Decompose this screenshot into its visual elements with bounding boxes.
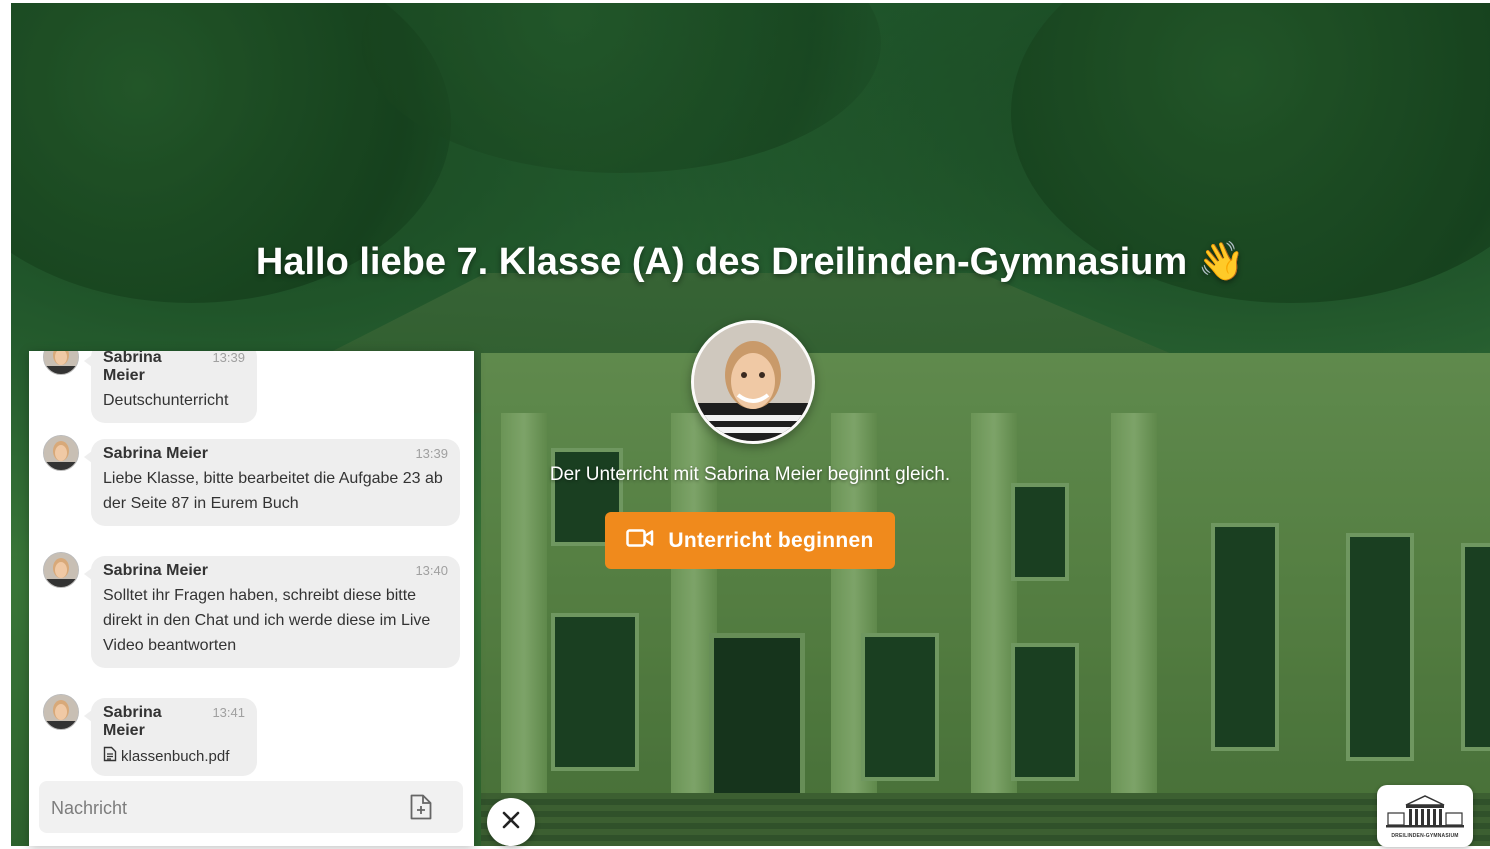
school-building-icon: [1386, 795, 1464, 828]
teacher-avatar: [691, 320, 815, 444]
avatar: [43, 694, 79, 730]
start-lesson-button[interactable]: Unterricht beginnen: [605, 512, 895, 569]
chat-panel: Sabrina Meier 13:39 Deutschunterricht Sa…: [29, 351, 474, 846]
logo-text: DREILINDEN-GYMNASIUM: [1391, 833, 1459, 839]
chat-message-list[interactable]: Sabrina Meier 13:39 Deutschunterricht Sa…: [29, 351, 474, 776]
message-time: 13:41: [212, 705, 245, 720]
message-input-container: [39, 781, 463, 835]
chat-message: Sabrina Meier 13:40 Solltet ihr Fragen h…: [43, 552, 460, 668]
message-text: Liebe Klasse, bitte bearbeitet die Aufga…: [103, 470, 443, 512]
file-add-icon[interactable]: [409, 794, 433, 820]
document-icon: [103, 746, 117, 766]
page-title: Hallo liebe 7. Klasse (A) des Dreilinden…: [0, 240, 1490, 284]
title-text: Hallo liebe 7. Klasse (A) des Dreilinden…: [255, 241, 1188, 283]
message-time: 13:39: [415, 446, 448, 461]
avatar: [43, 435, 79, 471]
message-time: 13:39: [212, 351, 245, 365]
avatar: [43, 552, 79, 588]
avatar: [43, 351, 79, 375]
message-time: 13:40: [415, 563, 448, 578]
close-icon: [502, 811, 520, 834]
waving-hand-icon: 👋: [1197, 241, 1246, 283]
message-author: Sabrina Meier: [103, 351, 162, 384]
message-input[interactable]: [39, 781, 413, 835]
message-author: Sabrina Meier: [103, 445, 208, 462]
chat-message: Sabrina Meier 13:39 Liebe Klasse, bitte …: [43, 435, 460, 526]
message-text: Solltet ihr Fragen haben, schreibt diese…: [103, 587, 431, 654]
file-attachment-link[interactable]: klassenbuch.pdf: [103, 746, 245, 766]
video-camera-icon: [626, 528, 654, 554]
chat-message: Sabrina Meier 13:41 klassenbuch.pdf: [43, 694, 257, 776]
message-author: Sabrina Meier: [103, 704, 162, 739]
close-chat-button[interactable]: [487, 798, 535, 846]
lesson-status-text: Der Unterricht mit Sabrina Meier beginnt…: [549, 464, 951, 485]
school-logo: DREILINDEN-GYMNASIUM: [1377, 785, 1473, 847]
start-lesson-label: Unterricht beginnen: [668, 528, 874, 552]
message-author: Sabrina Meier: [103, 562, 208, 579]
file-name: klassenbuch.pdf: [121, 747, 230, 765]
chat-message: Sabrina Meier 13:39 Deutschunterricht: [43, 351, 257, 423]
message-text: Deutschunterricht: [103, 392, 229, 409]
